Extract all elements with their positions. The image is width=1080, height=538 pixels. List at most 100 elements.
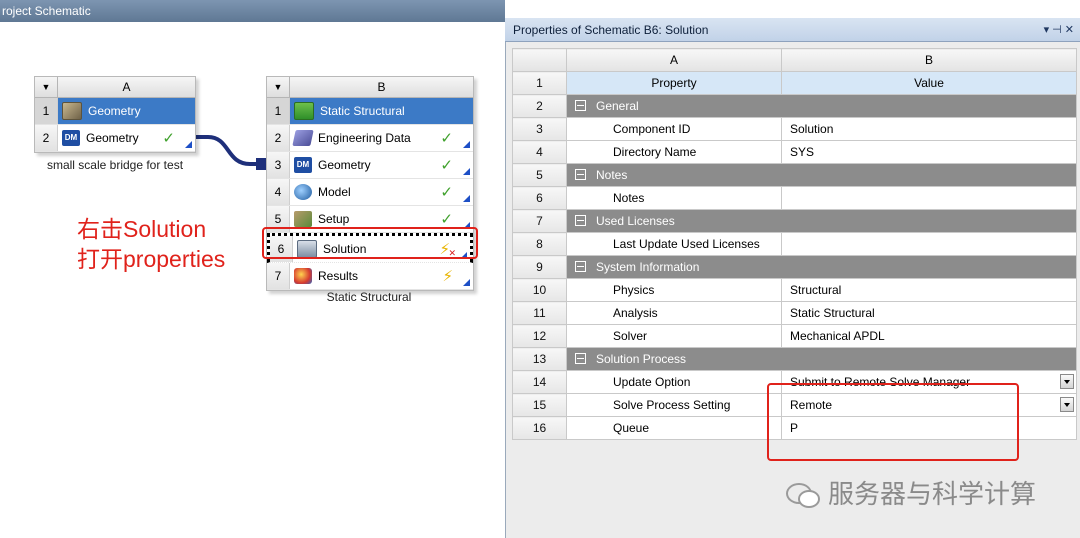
cell-label: Geometry: [88, 104, 141, 118]
group-label: Solution Process: [596, 352, 687, 366]
dropdown-arrow-icon[interactable]: [1060, 374, 1074, 389]
group-label: System Information: [596, 260, 700, 274]
property-value[interactable]: [781, 186, 1077, 210]
row-number: 7: [267, 263, 290, 289]
cell-content[interactable]: Geometry: [58, 98, 195, 124]
row-number: 13: [512, 347, 567, 371]
property-name: Physics: [566, 278, 782, 302]
group-row-solution-process[interactable]: 13 Solution Process: [512, 347, 1077, 371]
property-name: Notes: [566, 186, 782, 210]
property-row-last-update-used-licenses[interactable]: 8 Last Update Used Licenses: [512, 232, 1077, 256]
property-name: Analysis: [566, 301, 782, 325]
properties-table: A B 1 Property Value 2 General 3 Component …: [512, 48, 1077, 440]
update-required-icon: ⚡: [442, 268, 453, 285]
property-row-notes[interactable]: 6 Notes: [512, 186, 1077, 210]
cell-label: Static Structural: [320, 104, 405, 118]
column-a-header[interactable]: A: [566, 48, 782, 72]
wechat-icon: [786, 481, 820, 508]
system-b-caption[interactable]: Static Structural: [266, 290, 472, 304]
property-row-physics[interactable]: 10 Physics Structural: [512, 278, 1077, 302]
model-icon: [294, 184, 312, 200]
system-cell-geometry[interactable]: 3 DM Geometry ✓: [267, 152, 473, 179]
property-value[interactable]: Static Structural: [781, 301, 1077, 325]
watermark: 服务器与科学计算: [786, 474, 1036, 511]
row-number: 10: [512, 278, 567, 302]
group-label: General: [596, 99, 639, 113]
system-cell-static-structural[interactable]: 1 Static Structural: [267, 98, 473, 125]
property-value[interactable]: Mechanical APDL: [781, 324, 1077, 348]
group-row-system-information[interactable]: 9 System Information: [512, 255, 1077, 279]
collapse-icon[interactable]: [575, 100, 586, 111]
group-row-general[interactable]: 2 General: [512, 94, 1077, 118]
up-to-date-check-icon: ✓: [440, 157, 453, 174]
collapse-icon[interactable]: [575, 261, 586, 272]
property-value[interactable]: Solution: [781, 117, 1077, 141]
header-row: 1 Property Value: [512, 71, 1077, 95]
property-value[interactable]: Structural: [781, 278, 1077, 302]
system-a-caption[interactable]: small scale bridge for test: [20, 158, 210, 172]
property-row-solver[interactable]: 12 Solver Mechanical APDL: [512, 324, 1077, 348]
link-corner-icon: [185, 141, 192, 148]
dm-icon: DM: [62, 130, 80, 146]
group-header[interactable]: Used Licenses: [566, 209, 1077, 233]
property-row-component-id[interactable]: 3 Component ID Solution: [512, 117, 1077, 141]
system-menu-arrow-icon[interactable]: ▼: [35, 77, 58, 97]
system-a-header[interactable]: ▼ A: [35, 77, 195, 98]
system-cell-geometry[interactable]: 1 Geometry: [35, 98, 195, 125]
property-value[interactable]: [781, 232, 1077, 256]
property-value[interactable]: SYS: [781, 140, 1077, 164]
cell-content[interactable]: Static Structural: [290, 98, 473, 124]
system-cell-model[interactable]: 4 Model ✓: [267, 179, 473, 206]
collapse-icon[interactable]: [575, 215, 586, 226]
cell-label: Engineering Data: [318, 131, 411, 145]
group-header[interactable]: General: [566, 94, 1077, 118]
row-number: 12: [512, 324, 567, 348]
annotation-line-1: 右击Solution: [77, 216, 207, 242]
link-corner-icon: [463, 195, 470, 202]
dropdown-arrow-icon[interactable]: [1060, 397, 1074, 412]
solution-highlight-box: [262, 227, 478, 259]
link-corner-icon: [463, 279, 470, 286]
system-menu-arrow-icon[interactable]: ▼: [267, 77, 290, 97]
value-text: Static Structural: [790, 306, 875, 320]
remote-settings-highlight-box: [767, 383, 1019, 461]
group-header[interactable]: System Information: [566, 255, 1077, 279]
row-number: 9: [512, 255, 567, 279]
row-number: 7: [512, 209, 567, 233]
dm-icon: DM: [294, 157, 312, 173]
up-to-date-check-icon: ✓: [440, 184, 453, 201]
collapse-icon[interactable]: [575, 353, 586, 364]
property-name: Component ID: [566, 117, 782, 141]
value-text: Structural: [790, 283, 842, 297]
system-letter: A: [122, 80, 131, 94]
system-cell-geometry[interactable]: 2 DM Geometry ✓: [35, 125, 195, 152]
up-to-date-check-icon: ✓: [440, 130, 453, 147]
properties-title: Properties of Schematic B6: Solution: [505, 18, 1080, 42]
system-b-header[interactable]: ▼ B: [267, 77, 473, 98]
value-column-header: Value: [781, 71, 1077, 95]
up-to-date-check-icon: ✓: [162, 130, 175, 147]
row-number: 11: [512, 301, 567, 325]
column-b-header[interactable]: B: [781, 48, 1077, 72]
row-number: 2: [512, 94, 567, 118]
row-number: 2: [267, 125, 290, 151]
window-controls[interactable]: ▾ ⊣ ✕: [1044, 18, 1074, 42]
collapse-icon[interactable]: [575, 169, 586, 180]
group-row-used-licenses[interactable]: 7 Used Licenses: [512, 209, 1077, 233]
row-number: 6: [512, 186, 567, 210]
watermark-text: 服务器与科学计算: [828, 479, 1037, 509]
group-row-notes[interactable]: 5 Notes: [512, 163, 1077, 187]
group-header[interactable]: Notes: [566, 163, 1077, 187]
group-label: Notes: [596, 168, 628, 182]
system-cell-results[interactable]: 7 Results ⚡: [267, 263, 473, 290]
engineering-data-icon: [292, 130, 314, 146]
group-header[interactable]: Solution Process: [566, 347, 1077, 371]
system-a-block[interactable]: ▼ A 1 Geometry 2 DM Geometry ✓: [34, 76, 196, 153]
geometry-icon: [62, 102, 82, 120]
value-text: SYS: [790, 145, 815, 159]
property-row-directory-name[interactable]: 4 Directory Name SYS: [512, 140, 1077, 164]
system-cell-engineering-data[interactable]: 2 Engineering Data ✓: [267, 125, 473, 152]
property-row-analysis[interactable]: 11 Analysis Static Structural: [512, 301, 1077, 325]
property-name: Queue: [566, 416, 782, 440]
column-letter-row: A B: [512, 48, 1077, 72]
